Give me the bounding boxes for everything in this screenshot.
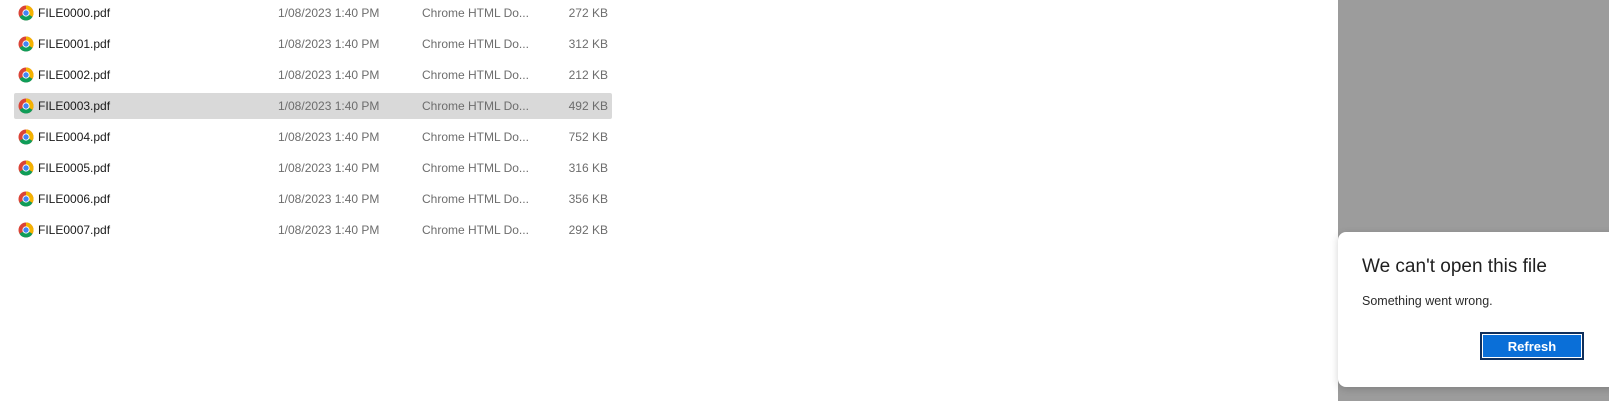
file-date-modified: 1/08/2023 1:40 PM xyxy=(278,130,380,144)
file-row[interactable]: FILE0006.pdf 1/08/2023 1:40 PM Chrome HT… xyxy=(14,186,612,212)
error-dialog: We can't open this file Something went w… xyxy=(1338,232,1609,387)
file-type: Chrome HTML Do... xyxy=(422,130,529,144)
file-date-modified: 1/08/2023 1:40 PM xyxy=(278,68,380,82)
file-row[interactable]: FILE0002.pdf 1/08/2023 1:40 PM Chrome HT… xyxy=(14,62,612,88)
file-type: Chrome HTML Do... xyxy=(422,161,529,175)
file-row[interactable]: FILE0000.pdf 1/08/2023 1:40 PM Chrome HT… xyxy=(14,0,612,26)
file-size: 312 KB xyxy=(568,37,608,51)
dialog-message: Something went wrong. xyxy=(1362,294,1493,308)
file-date-modified: 1/08/2023 1:40 PM xyxy=(278,161,380,175)
file-name: FILE0005.pdf xyxy=(38,161,111,175)
chrome-icon xyxy=(18,160,34,176)
chrome-icon xyxy=(18,5,34,21)
file-name: FILE0004.pdf xyxy=(38,130,111,144)
file-type: Chrome HTML Do... xyxy=(422,99,529,113)
chrome-icon xyxy=(18,67,34,83)
file-row[interactable]: FILE0004.pdf 1/08/2023 1:40 PM Chrome HT… xyxy=(14,124,612,150)
file-size: 292 KB xyxy=(568,223,608,237)
file-size: 316 KB xyxy=(568,161,608,175)
chrome-icon xyxy=(18,129,34,145)
file-date-modified: 1/08/2023 1:40 PM xyxy=(278,192,380,206)
file-date-modified: 1/08/2023 1:40 PM xyxy=(278,99,380,113)
file-name: FILE0002.pdf xyxy=(38,68,111,82)
file-date-modified: 1/08/2023 1:40 PM xyxy=(278,223,380,237)
file-name: FILE0001.pdf xyxy=(38,37,111,51)
file-size: 272 KB xyxy=(568,6,608,20)
file-date-modified: 1/08/2023 1:40 PM xyxy=(278,6,380,20)
file-name: FILE0007.pdf xyxy=(38,223,111,237)
chrome-icon xyxy=(18,191,34,207)
file-list: FILE0000.pdf 1/08/2023 1:40 PM Chrome HT… xyxy=(14,0,612,248)
dialog-title: We can't open this file xyxy=(1362,256,1547,277)
file-row[interactable]: FILE0003.pdf 1/08/2023 1:40 PM Chrome HT… xyxy=(14,93,612,119)
file-date-modified: 1/08/2023 1:40 PM xyxy=(278,37,380,51)
file-row[interactable]: FILE0001.pdf 1/08/2023 1:40 PM Chrome HT… xyxy=(14,31,612,57)
file-type: Chrome HTML Do... xyxy=(422,223,529,237)
file-row[interactable]: FILE0005.pdf 1/08/2023 1:40 PM Chrome HT… xyxy=(14,155,612,181)
file-size: 212 KB xyxy=(568,68,608,82)
chrome-icon xyxy=(18,222,34,238)
file-name: FILE0000.pdf xyxy=(38,6,111,20)
file-size: 356 KB xyxy=(568,192,608,206)
file-name: FILE0006.pdf xyxy=(38,192,111,206)
file-name: FILE0003.pdf xyxy=(38,99,111,113)
file-type: Chrome HTML Do... xyxy=(422,6,529,20)
chrome-icon xyxy=(18,98,34,114)
file-type: Chrome HTML Do... xyxy=(422,192,529,206)
file-type: Chrome HTML Do... xyxy=(422,68,529,82)
chrome-icon xyxy=(18,36,34,52)
refresh-button[interactable]: Refresh xyxy=(1480,332,1584,360)
file-type: Chrome HTML Do... xyxy=(422,37,529,51)
file-size: 752 KB xyxy=(568,130,608,144)
file-size: 492 KB xyxy=(568,99,608,113)
file-row[interactable]: FILE0007.pdf 1/08/2023 1:40 PM Chrome HT… xyxy=(14,217,612,243)
